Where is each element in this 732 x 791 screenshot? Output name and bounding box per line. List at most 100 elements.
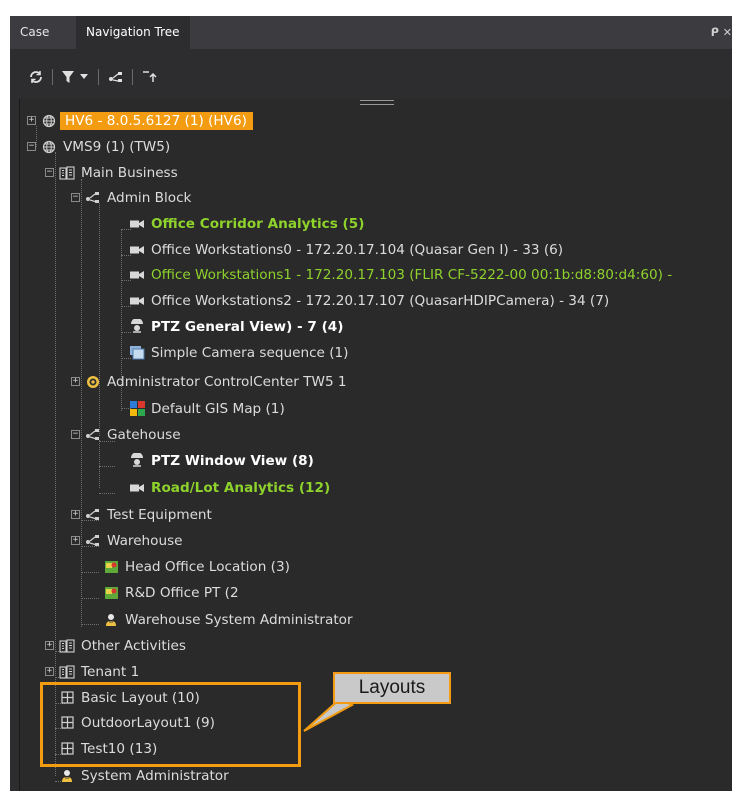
collapse-toggle[interactable]: − [27,142,36,151]
tree-item-label: PTZ Window View (8) [151,452,314,469]
filter-icon[interactable] [60,67,76,87]
tree-item[interactable]: R&D Office PT (2 [102,582,239,603]
tree-item-label: Test Equipment [107,506,212,523]
tree-item[interactable]: System Administrator [58,765,229,786]
camera-icon [128,480,146,496]
camera-icon [128,267,146,283]
layouts-highlight-frame [40,682,301,767]
camera-icon [128,293,146,309]
camera-icon [128,216,146,232]
tree-item-label: Warehouse System Administrator [125,611,353,628]
tree-item[interactable]: + Other Activities [45,635,186,656]
tree-item-label: PTZ General View) - 7 (4) [151,318,344,335]
branch-icon [84,533,102,549]
layouts-callout: Layouts [333,672,451,704]
tree-item-label: Office Workstations1 - 172.20.17.103 (FL… [151,266,673,283]
tree-item[interactable]: − Admin Block [71,187,191,208]
panel-controls[interactable]: ᑭ ✕ [711,16,732,49]
tab-bar: Case Navigation Tree ᑭ ✕ [10,16,732,49]
globe-icon [40,113,58,129]
tree-item-label: Office Corridor Analytics (5) [151,215,365,232]
tree-item-label: Warehouse [107,532,183,549]
collapse-toggle[interactable]: − [71,193,80,202]
gis-map-icon [128,401,146,417]
dropdown-icon[interactable] [78,67,90,87]
ptz-icon [128,319,146,335]
branch-icon [84,427,102,443]
tree-connector [81,179,82,627]
user-icon [58,768,76,784]
tree-item[interactable]: + Administrator ControlCenter TW5 1 [71,371,347,392]
collapse-toggle[interactable]: − [45,168,54,177]
expand-toggle[interactable]: + [71,377,80,386]
expand-toggle[interactable]: + [45,667,54,676]
controlcenter-icon [84,374,102,390]
tree-item-label: Admin Block [107,189,192,206]
tree-item[interactable]: Office Corridor Analytics (5) [128,213,364,234]
tree-item[interactable]: PTZ Window View (8) [128,450,314,471]
tree-item-label: VMS9 (1) (TW5) [63,138,171,155]
tree-item[interactable]: Road/Lot Analytics (12) [128,477,330,498]
building-icon [58,638,76,654]
tree-item-label: R&D Office PT (2 [125,584,239,601]
tree-item-label: Road/Lot Analytics (12) [151,479,331,496]
tree-item[interactable]: PTZ General View) - 7 (4) [128,316,343,337]
expand-toggle[interactable]: + [27,116,36,125]
expand-toggle[interactable]: + [71,536,80,545]
tree-item-label: Other Activities [81,637,186,654]
toolbar-separator [98,69,99,85]
tree-item[interactable]: Warehouse System Administrator [102,609,353,630]
tree-item-label: Office Workstations2 - 172.20.17.107 (Qu… [151,292,610,309]
expand-toggle[interactable]: + [45,641,54,650]
tree-item[interactable]: Office Workstations0 - 172.20.17.104 (Qu… [128,239,563,260]
toolbar [10,49,732,101]
tree-item-label: Default GIS Map (1) [151,400,285,417]
location-map-icon [102,559,120,575]
tree-item[interactable]: Default GIS Map (1) [128,398,285,419]
tree-item[interactable]: − VMS9 (1) (TW5) [27,136,170,157]
tree-item-label: Administrator ControlCenter TW5 1 [107,373,347,390]
tree-item-label: System Administrator [81,767,229,784]
tree-item-label: Head Office Location (3) [125,558,290,575]
tree-connector [99,493,115,494]
toolbar-separator [132,69,133,85]
globe-icon [40,139,58,155]
tree-item[interactable]: + HV6 - 8.0.5.6127 (1) (HV6) [27,110,253,131]
tree-connector [99,440,100,488]
building-icon [58,664,76,680]
collapse-up-icon[interactable] [140,67,160,87]
tree-item[interactable]: Simple Camera sequence (1) [128,342,349,363]
tree-item-label: Simple Camera sequence (1) [151,344,349,361]
ptz-icon [128,453,146,469]
tree-item[interactable]: + Test Equipment [71,504,212,525]
tree-item[interactable]: + Warehouse [71,530,183,551]
tree-branch-icon[interactable] [106,67,126,87]
tree-item[interactable]: Office Workstations1 - 172.20.17.103 (FL… [128,264,672,285]
tree-connector [99,466,115,467]
tree-connector [81,598,99,599]
tree-item[interactable]: − Main Business [45,162,178,183]
camera-icon [128,242,146,258]
tree-item[interactable]: Head Office Location (3) [102,556,290,577]
tree-item[interactable]: Office Workstations2 - 172.20.17.107 (Qu… [128,290,609,311]
tree-item-label: Gatehouse [107,426,181,443]
user-icon [102,612,120,628]
tab-navigation-tree[interactable]: Navigation Tree [76,16,190,49]
branch-icon [84,190,102,206]
sequence-icon [128,345,146,361]
tree-item[interactable]: − Gatehouse [71,424,181,445]
tree-connector [81,624,99,625]
tree-connector [81,572,99,573]
collapse-toggle[interactable]: − [71,430,80,439]
tree-connector [99,203,100,436]
splitter-grip[interactable] [360,100,394,105]
tree-item-label: Tenant 1 [81,663,140,680]
building-icon [58,165,76,181]
refresh-icon[interactable] [26,67,46,87]
tree-item[interactable]: + Tenant 1 [45,661,139,682]
tree-item-label: HV6 - 8.0.5.6127 (1) (HV6) [60,111,253,130]
location-map-icon [102,585,120,601]
expand-toggle[interactable]: + [71,510,80,519]
branch-icon [84,507,102,523]
tab-case[interactable]: Case [10,16,59,49]
